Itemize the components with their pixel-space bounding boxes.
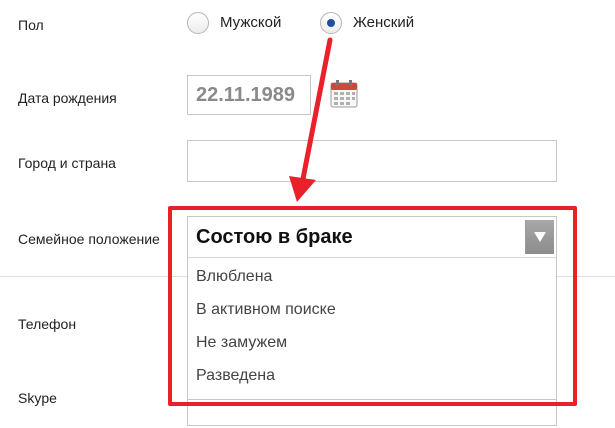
- annotation-arrow-icon: [289, 37, 333, 202]
